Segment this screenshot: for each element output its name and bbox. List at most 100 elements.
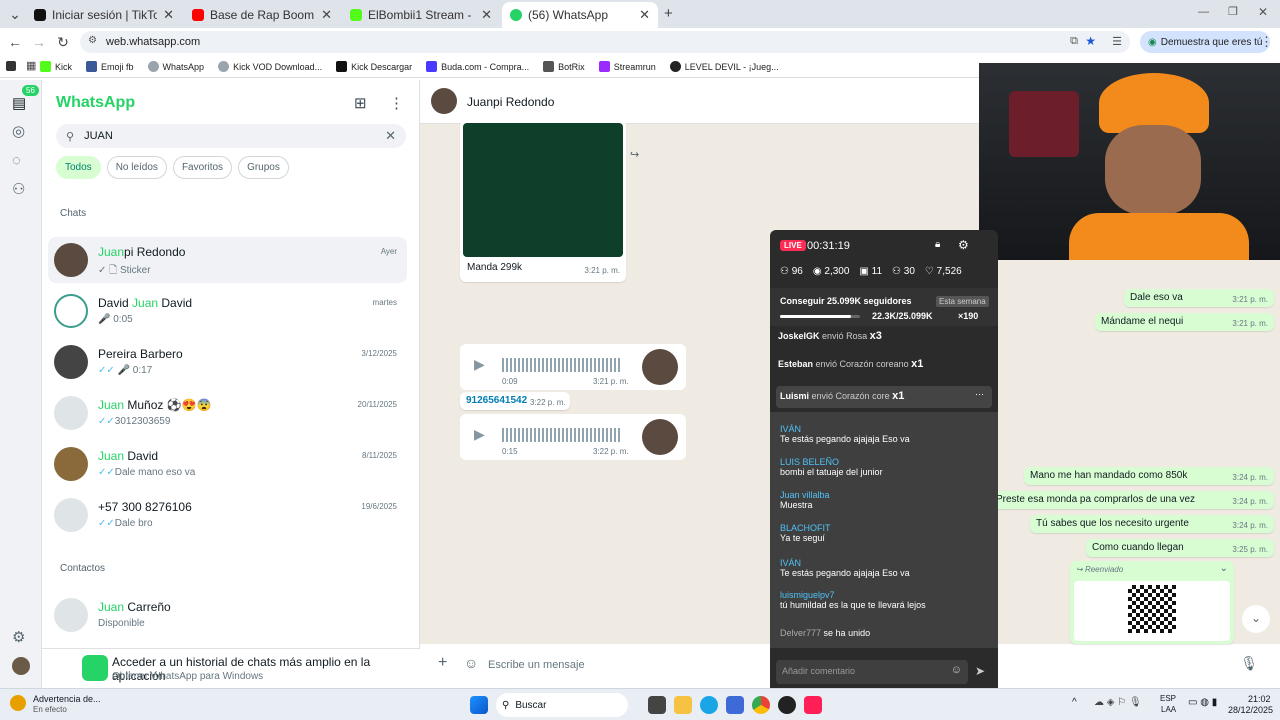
filter-no-leidos[interactable]: No leídos (106, 156, 167, 179)
bookmark-buda[interactable]: Buda.com - Compra... (426, 61, 529, 72)
bookmark-level-devil[interactable]: LEVEL DEVIL - ¡Jueg... (669, 61, 779, 72)
url-field[interactable]: ⚙ web.whatsapp.com ⧉ ★ ☰ (80, 31, 1130, 53)
tab-search-icon[interactable]: ⌄ (4, 6, 26, 23)
forward-icon[interactable]: ↪ (630, 148, 639, 161)
minimize-icon[interactable]: — (1198, 6, 1209, 18)
bookmark-botrix[interactable]: BotRix (543, 61, 585, 72)
settings-icon[interactable]: ⚙ (958, 238, 969, 252)
chat-row[interactable]: Pereira Barbero ✓✓ 🎤 0:17 3/12/2025 (48, 339, 407, 385)
menu-icon[interactable]: ⋮ (389, 94, 404, 112)
sidebar-toggle-icon[interactable] (6, 61, 16, 71)
network-icon[interactable]: ▭ ◍ ▮ (1188, 697, 1217, 708)
voice-message[interactable]: ▶ 0:09 3:21 p. m. (460, 344, 686, 390)
chat-row[interactable]: Juanpi Redondo ✓ 🗋 Sticker Ayer (48, 237, 407, 283)
install-icon[interactable]: ⧉ (1070, 35, 1078, 48)
status-icon[interactable]: ◎ (12, 122, 25, 140)
bookmark-emoji-fb[interactable]: Emoji fb (86, 61, 134, 72)
tiktok-icon[interactable] (804, 696, 822, 714)
obs-icon[interactable] (778, 696, 796, 714)
outgoing-message[interactable]: Tú sabes que los necesito urgente 3:24 p.… (1030, 515, 1274, 533)
new-chat-icon[interactable]: ⊞ (354, 94, 367, 112)
browser-tab-tiktok[interactable]: Iniciar sesión | TikTok ✕ (26, 2, 182, 28)
close-window-icon[interactable]: ✕ (1258, 5, 1268, 19)
chrome-icon[interactable] (752, 696, 770, 714)
taskbar-search[interactable]: ⚲ Buscar (496, 693, 628, 717)
filter-todos[interactable]: Todos (56, 156, 101, 179)
voice-message[interactable]: ▶ 0:15 3:22 p. m. (460, 414, 686, 460)
close-icon[interactable]: ✕ (321, 7, 332, 23)
chevron-down-icon[interactable]: ⌄ (1220, 563, 1228, 574)
comment-input[interactable]: Añadir comentario ☺ (776, 660, 968, 684)
settings-icon[interactable]: ⚙ (12, 628, 25, 646)
filter-grupos[interactable]: Grupos (238, 156, 289, 179)
send-icon[interactable]: ➤ (975, 664, 985, 678)
message-text: Dale eso va (1130, 292, 1183, 303)
chat-row[interactable]: David Juan David 🎤 0:05 martes (48, 288, 407, 334)
bookmark-kick-vod[interactable]: Kick VOD Download... (218, 61, 322, 72)
play-icon[interactable]: ▶ (474, 426, 485, 443)
attach-icon[interactable]: + (438, 654, 447, 672)
message-input[interactable]: Escribe un mensaje (488, 659, 585, 671)
outgoing-message[interactable]: Como cuando llegan 3:25 p. m. (1086, 539, 1274, 557)
close-icon[interactable]: ✕ (481, 7, 492, 23)
outgoing-message[interactable]: Mano me han mandado como 850k 3:24 p. m. (1024, 467, 1274, 485)
profile-avatar[interactable] (12, 657, 30, 675)
microphone-icon[interactable]: 🎙 (1240, 655, 1258, 672)
weather-icon[interactable] (10, 695, 26, 711)
search-input[interactable]: ⚲ JUAN ✕ (56, 124, 406, 148)
task-view-icon[interactable] (648, 696, 666, 714)
outgoing-message[interactable]: Preste esa monda pa comprarlos de una ve… (990, 491, 1274, 509)
play-icon[interactable]: ▶ (474, 356, 485, 373)
browser-tab-youtube[interactable]: Base de Rap Boom Bap Con ✕ (184, 2, 340, 28)
profile-pill[interactable]: ◉ Demuestra que eres tú (1140, 31, 1271, 53)
conversation-header[interactable]: Juanpi Redondo (420, 80, 980, 124)
waveform (502, 428, 622, 442)
close-icon[interactable]: ✕ (163, 7, 174, 23)
scroll-down-icon[interactable]: ⌄ (1242, 605, 1270, 633)
chats-icon[interactable]: ▤ (12, 94, 26, 112)
browser-tab-kick[interactable]: ElBombii1 Stream - Watch Live ✕ (342, 2, 500, 28)
apps-icon[interactable]: ▦ (26, 59, 36, 72)
new-tab-icon[interactable]: + (664, 5, 673, 22)
text-message[interactable]: 91265641542 3:22 p. m. (460, 392, 570, 410)
communities-icon[interactable]: ⚇ (12, 180, 25, 198)
forwarded-image-message[interactable]: ↪ Reenviado ⌄ (1070, 561, 1234, 644)
filter-favoritos[interactable]: Favoritos (172, 156, 233, 179)
more-icon[interactable]: ⋯ (975, 389, 984, 400)
restore-icon[interactable]: ❐ (1228, 5, 1238, 18)
sticker-icon[interactable]: ☺ (464, 655, 478, 671)
file-explorer-icon[interactable] (674, 696, 692, 714)
bookmark-kick[interactable]: Kick (40, 61, 72, 72)
back-icon[interactable]: ← (4, 34, 26, 50)
outgoing-message[interactable]: Mándame el nequi 3:21 p. m. (1095, 313, 1274, 331)
chat-row[interactable]: Juan David ✓✓Dale mano eso va 8/11/2025 (48, 441, 407, 487)
image-message[interactable]: Manda 299k 3:21 p. m. (460, 120, 626, 282)
store-icon[interactable] (726, 696, 744, 714)
media-icon[interactable]: ☰ (1112, 35, 1122, 48)
tray-icons[interactable]: ☁ ◈ ⚐ 🎙 (1094, 697, 1142, 708)
bookmark-kick-descargar[interactable]: Kick Descargar (336, 61, 412, 72)
start-icon[interactable] (470, 696, 488, 714)
chat-row[interactable]: Juan Muñoz ⚽😍😨 ✓✓3012303659 20/11/2025 (48, 390, 407, 436)
browser-tab-whatsapp[interactable]: (56) WhatsApp ✕ (502, 2, 658, 28)
channels-icon[interactable]: ◌ (12, 152, 21, 169)
language-code[interactable]: ESP (1160, 694, 1176, 703)
edge-icon[interactable] (700, 696, 718, 714)
chat-row[interactable]: +57 300 8276106 ✓✓Dale bro 19/6/2025 (48, 492, 407, 538)
forward-icon[interactable]: → (28, 34, 50, 50)
close-icon[interactable]: ✕ (639, 7, 650, 23)
clock-time[interactable]: 21:02 (1248, 694, 1271, 704)
bookmark-streamrun[interactable]: Streamrun (598, 61, 656, 72)
bookmark-star-icon[interactable]: ★ (1085, 34, 1096, 48)
site-info-icon[interactable]: ⚙ (88, 35, 97, 46)
menu-icon[interactable]: ⋮ (1260, 34, 1273, 50)
bookmark-whatsapp[interactable]: WhatsApp (147, 61, 204, 72)
reload-icon[interactable]: ↻ (52, 34, 74, 51)
contact-row[interactable]: Juan Carreño Disponible (48, 592, 407, 638)
emoji-icon[interactable]: ☺ (951, 664, 962, 676)
download-banner[interactable]: Acceder a un historial de chats más ampl… (42, 648, 420, 688)
outgoing-message[interactable]: Dale eso va 3:21 p. m. (1124, 289, 1274, 307)
clear-search-icon[interactable]: ✕ (385, 128, 396, 144)
lock-icon[interactable]: 🔒︎ (935, 239, 940, 250)
tray-chevron-icon[interactable]: ^ (1072, 697, 1077, 708)
